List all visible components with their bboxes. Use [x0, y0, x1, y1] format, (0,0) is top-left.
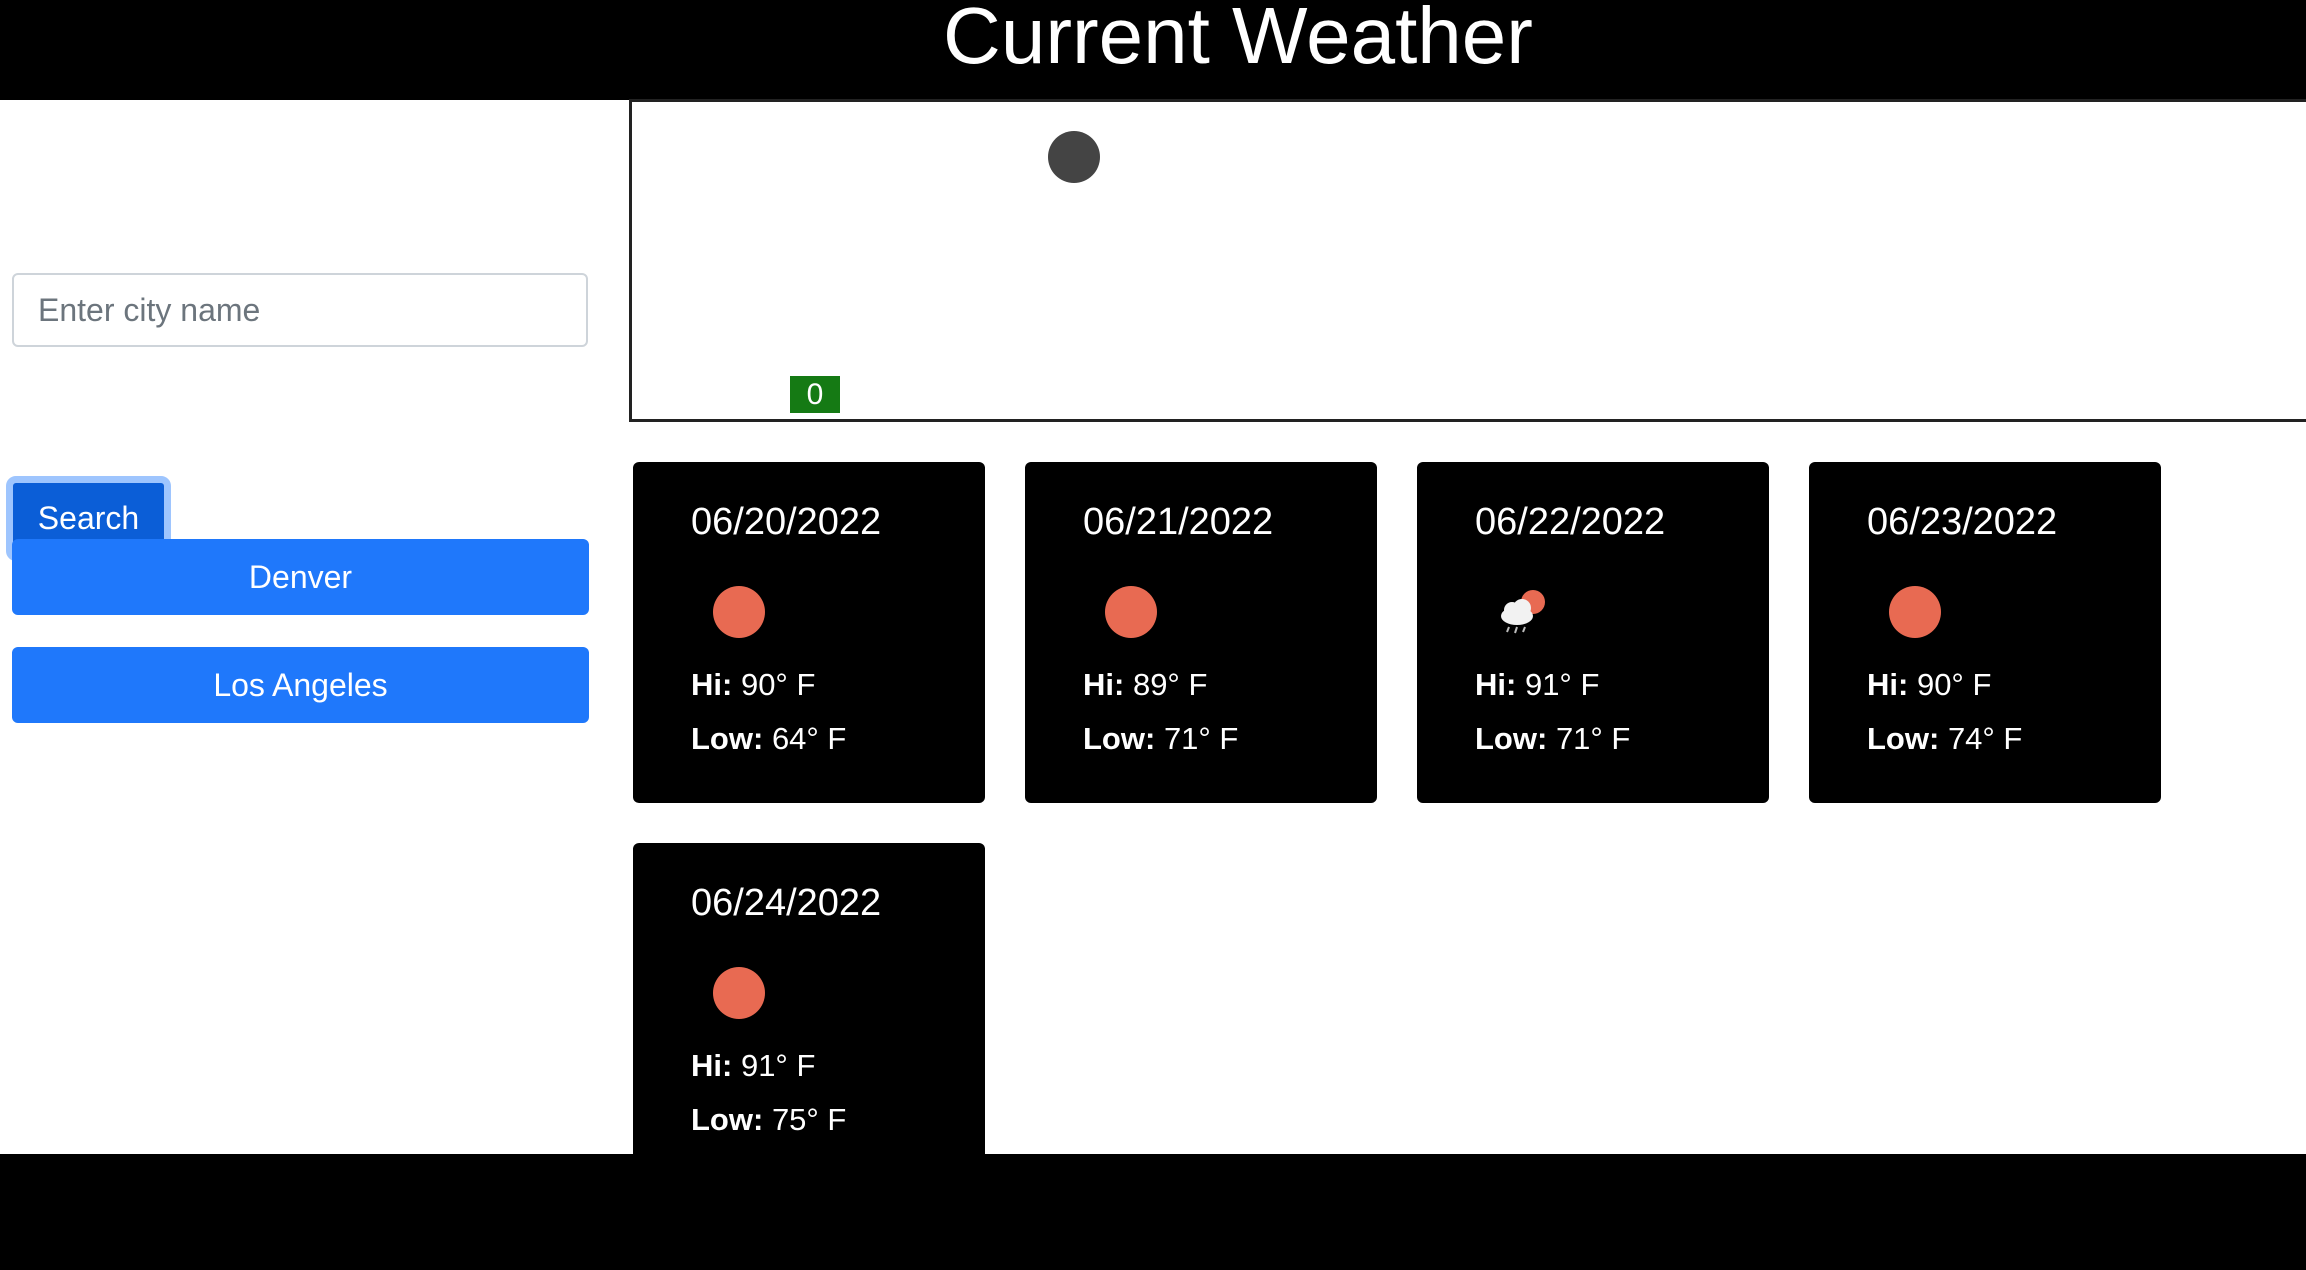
forecast-hi: Hi: 90° F: [691, 667, 815, 703]
sun-icon: [1101, 582, 1161, 642]
sun-icon: [1885, 582, 1945, 642]
hi-value: 91° F: [740, 1048, 816, 1083]
forecast-low: Low: 75° F: [691, 1102, 846, 1138]
forecast-date: 06/21/2022: [1083, 501, 1274, 543]
uv-index-badge: 0: [790, 376, 840, 413]
forecast-hi: Hi: 91° F: [691, 1048, 815, 1084]
hi-label: Hi:: [1083, 667, 1125, 702]
hi-label: Hi:: [1475, 667, 1517, 702]
forecast-date: 06/23/2022: [1867, 501, 2058, 543]
page-footer: [0, 1154, 2306, 1270]
hi-label: Hi:: [691, 667, 733, 702]
low-value: 71° F: [1163, 721, 1239, 756]
low-value: 64° F: [771, 721, 847, 756]
city-search-input[interactable]: [12, 273, 588, 347]
low-label: Low:: [691, 721, 764, 756]
history-button-los-angeles[interactable]: Los Angeles: [12, 647, 589, 723]
forecast-low: Low: 71° F: [1083, 721, 1238, 757]
forecast-low: Low: 74° F: [1867, 721, 2022, 757]
forecast-low: Low: 71° F: [1475, 721, 1630, 757]
forecast-date: 06/22/2022: [1475, 501, 1666, 543]
low-value: 75° F: [771, 1102, 847, 1137]
forecast-card: 06/23/2022 Hi: 90° F Low: 74° F: [1809, 462, 2161, 803]
sun-icon: [709, 963, 769, 1023]
history-button-denver[interactable]: Denver: [12, 539, 589, 615]
hi-label: Hi:: [1867, 667, 1909, 702]
current-weather-panel: 0: [629, 99, 2306, 422]
hi-value: 90° F: [740, 667, 816, 702]
forecast-date: 06/20/2022: [691, 501, 882, 543]
low-value: 71° F: [1555, 721, 1631, 756]
sun-icon: [709, 582, 769, 642]
low-label: Low:: [691, 1102, 764, 1137]
low-label: Low:: [1867, 721, 1940, 756]
forecast-low: Low: 64° F: [691, 721, 846, 757]
forecast-hi: Hi: 91° F: [1475, 667, 1599, 703]
rain-cloud-sun-icon: [1493, 582, 1553, 642]
forecast-hi: Hi: 90° F: [1867, 667, 1991, 703]
forecast-card: 06/21/2022 Hi: 89° F Low: 71° F: [1025, 462, 1377, 803]
page-header: Current Weather: [0, 0, 2306, 100]
page-title: Current Weather: [943, 0, 1533, 80]
weather-icon: [1048, 131, 1100, 183]
hi-value: 91° F: [1524, 667, 1600, 702]
hi-value: 89° F: [1132, 667, 1208, 702]
hi-value: 90° F: [1916, 667, 1992, 702]
hi-label: Hi:: [691, 1048, 733, 1083]
low-label: Low:: [1475, 721, 1548, 756]
low-value: 74° F: [1947, 721, 2023, 756]
low-label: Low:: [1083, 721, 1156, 756]
forecast-card: 06/22/2022 Hi: 91° F Low: 71° F: [1417, 462, 1769, 803]
forecast-date: 06/24/2022: [691, 882, 882, 924]
forecast-card: 06/24/2022 Hi: 91° F Low: 75° F: [633, 843, 985, 1184]
forecast-hi: Hi: 89° F: [1083, 667, 1207, 703]
forecast-card: 06/20/2022 Hi: 90° F Low: 64° F: [633, 462, 985, 803]
